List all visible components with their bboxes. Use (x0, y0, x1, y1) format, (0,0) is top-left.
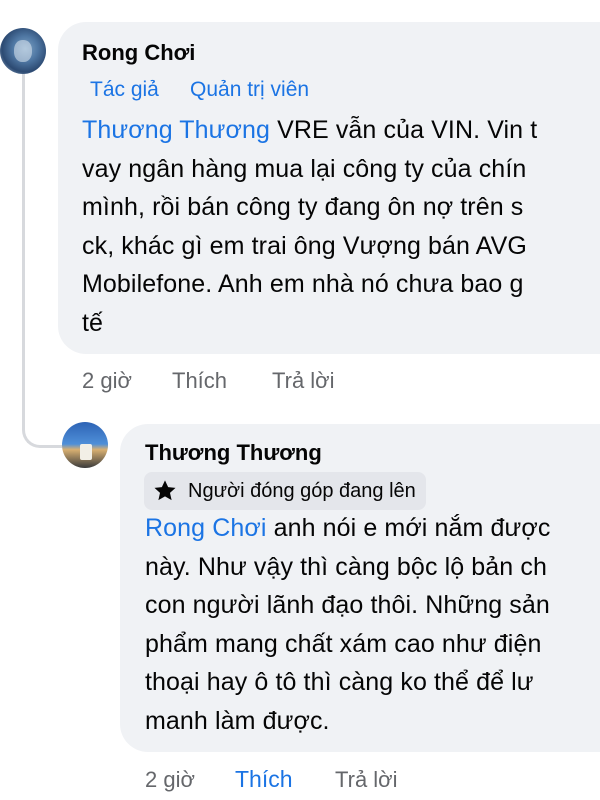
reply-connector-line (22, 418, 62, 448)
reply-text-line: phẩm mang chất xám cao như điện (145, 629, 542, 658)
reply-author-name[interactable]: Thương Thương (145, 440, 322, 466)
reply-text-line: này. Như vậy thì càng bộc lộ bản ch (145, 552, 547, 581)
avatar[interactable] (62, 422, 108, 468)
reply-button[interactable]: Trả lời (272, 368, 335, 394)
comment-text-line: vay ngân hàng mua lại công ty của chín (82, 154, 527, 183)
like-button[interactable]: Thích (235, 766, 293, 793)
reply-text: Rong Chơi anh nói e mới nắm được này. Nh… (145, 509, 550, 740)
comment-author-name[interactable]: Rong Chơi (82, 40, 195, 66)
reply-button[interactable]: Trả lời (335, 767, 398, 793)
comment-text-line: Thương Thương VRE vẫn của VIN. Vin t (82, 116, 538, 144)
like-button[interactable]: Thích (172, 368, 227, 394)
comment-text-line: ck, khác gì em trai ông Vượng bán AVG (82, 231, 527, 260)
mention-link[interactable]: Rong Chơi (145, 514, 267, 542)
comment-text-line: mình, rồi bán công ty đang ôn nợ trên s (82, 193, 524, 221)
reply-text-line: thoại hay ô tô thì càng ko thể để lư (145, 668, 534, 696)
reply-timestamp[interactable]: 2 giờ (145, 767, 195, 793)
comment-timestamp[interactable]: 2 giờ (82, 368, 132, 394)
admin-badge[interactable]: Quản trị viên (190, 78, 309, 102)
mention-link[interactable]: Thương Thương (82, 116, 270, 144)
avatar[interactable] (0, 28, 46, 74)
badge-label: Người đóng góp đang lên (188, 479, 416, 502)
star-icon (154, 480, 176, 501)
thread-connector-line (22, 72, 25, 422)
reply-text-line: manh làm được. (145, 706, 330, 735)
comment-text-line: tế (82, 308, 104, 337)
rising-contributor-badge[interactable]: Người đóng góp đang lên (144, 472, 426, 510)
reply-text-line: con người lãnh đạo thôi. Những sản (145, 591, 550, 619)
comment-text-line: Mobilefone. Anh em nhà nó chưa bao g (82, 270, 524, 298)
reply-text-line: Rong Chơi anh nói e mới nắm được (145, 514, 551, 542)
comment-text: Thương Thương VRE vẫn của VIN. Vin t vay… (82, 111, 537, 342)
author-badge[interactable]: Tác giả (90, 78, 159, 102)
